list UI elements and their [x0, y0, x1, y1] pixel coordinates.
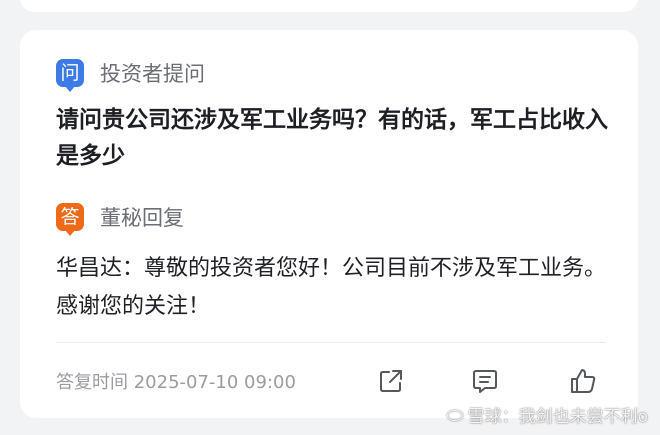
thumbs-up-icon: [571, 369, 596, 393]
share-icon: [380, 370, 402, 392]
answer-label: 董秘回复: [100, 206, 184, 230]
comment-icon: [473, 370, 497, 393]
divider: [56, 342, 606, 343]
xueqiu-logo-icon: ⬭: [446, 402, 464, 427]
answer-tag-icon: 答: [56, 203, 84, 236]
question-text: 请问贵公司还涉及军工业务吗？有的话，军工占比收入是多少: [56, 107, 608, 169]
like-button[interactable]: [567, 365, 599, 397]
question-header: 问 投资者提问: [56, 58, 205, 92]
reply-time: 答复时间 2025-07-10 09:00: [56, 372, 296, 393]
comment-button[interactable]: [469, 365, 501, 397]
qa-card: 问 投资者提问 请问贵公司还涉及军工业务吗？有的话，军工占比收入是多少 答 董秘…: [20, 30, 638, 418]
answer-header: 答 董秘回复: [56, 202, 184, 236]
share-button[interactable]: [375, 365, 407, 397]
question-tag-icon: 问: [56, 59, 84, 92]
question-label: 投资者提问: [100, 62, 205, 86]
previous-card: [20, 0, 638, 12]
xueqiu-watermark: ⬭ 雪球：我剑也未尝不利o: [446, 402, 649, 428]
answer-text: 华昌达：尊敬的投资者您好！公司目前不涉及军工业务。感谢您的关注！: [56, 256, 607, 319]
watermark-text: 雪球：我剑也未尝不利o: [467, 407, 648, 427]
